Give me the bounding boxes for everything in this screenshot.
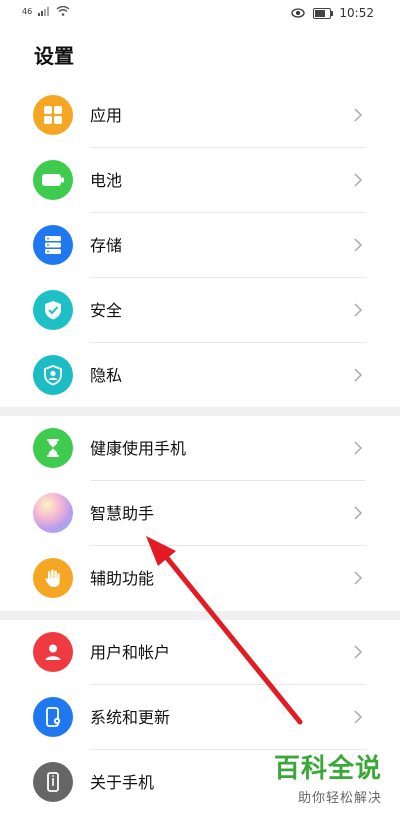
settings-item-label: 应用 <box>90 106 123 125</box>
settings-item-users-accounts[interactable]: 用户和帐户 <box>0 620 400 685</box>
settings-item-storage[interactable]: 存储 <box>0 213 400 278</box>
settings-item-label: 存储 <box>90 236 123 255</box>
settings-item-label: 辅助功能 <box>90 569 155 588</box>
section-divider <box>0 611 400 620</box>
battery-icon <box>33 160 73 200</box>
settings-group-2: 健康使用手机 智慧助手 辅助功能 <box>0 416 400 611</box>
watermark-title: 百科全说 <box>273 754 382 784</box>
wifi-icon <box>56 6 70 16</box>
hand-icon <box>33 558 73 598</box>
phone-info-icon <box>33 762 73 802</box>
status-time: 10:52 <box>339 6 374 20</box>
watermark-subtitle: 助你轻松解决 <box>297 791 382 806</box>
status-left: 46 <box>22 6 70 16</box>
apps-icon <box>33 95 73 135</box>
battery-status-icon <box>313 7 334 19</box>
settings-item-label: 用户和帐户 <box>90 643 171 662</box>
settings-item-label: 健康使用手机 <box>90 439 187 458</box>
watermark: 百科全说 助你轻松解决 <box>274 748 382 806</box>
signal-icon <box>38 7 50 16</box>
chevron-right-icon <box>354 506 363 520</box>
chevron-right-icon <box>354 645 363 659</box>
hourglass-icon <box>33 428 73 468</box>
settings-item-apps[interactable]: 应用 <box>0 83 400 148</box>
storage-icon <box>33 225 73 265</box>
settings-item-battery[interactable]: 电池 <box>0 148 400 213</box>
chevron-right-icon <box>354 238 363 252</box>
chevron-right-icon <box>354 368 363 382</box>
settings-group-1: 应用 电池 存储 安全 隐私 <box>0 83 400 408</box>
chevron-right-icon <box>354 108 363 122</box>
settings-item-accessibility[interactable]: 辅助功能 <box>0 546 400 611</box>
chevron-right-icon <box>354 173 363 187</box>
settings-item-label: 电池 <box>90 171 123 190</box>
chevron-right-icon <box>354 710 363 724</box>
settings-item-privacy[interactable]: 隐私 <box>0 343 400 408</box>
smart-assistant-icon <box>33 493 73 533</box>
settings-item-label: 智慧助手 <box>90 504 155 523</box>
settings-item-digital-balance[interactable]: 健康使用手机 <box>0 416 400 481</box>
user-icon <box>33 632 73 672</box>
page-title: 设置 <box>34 44 74 68</box>
chevron-right-icon <box>354 441 363 455</box>
settings-item-system-update[interactable]: 系统和更新 <box>0 685 400 750</box>
settings-item-label: 系统和更新 <box>90 708 171 727</box>
eye-comfort-icon <box>291 8 306 18</box>
system-update-icon <box>33 697 73 737</box>
section-divider <box>0 407 400 416</box>
settings-item-smart-assistant[interactable]: 智慧助手 <box>0 481 400 546</box>
network-type-label: 46 <box>22 6 33 16</box>
settings-item-label: 安全 <box>90 301 123 320</box>
settings-item-label: 关于手机 <box>90 773 155 792</box>
privacy-icon <box>33 355 73 395</box>
settings-item-security[interactable]: 安全 <box>0 278 400 343</box>
chevron-right-icon <box>354 571 363 585</box>
shield-check-icon <box>33 290 73 330</box>
status-right: 10:52 <box>291 6 374 20</box>
settings-item-label: 隐私 <box>90 366 123 385</box>
status-bar: 46 10:52 <box>0 0 400 28</box>
chevron-right-icon <box>354 303 363 317</box>
